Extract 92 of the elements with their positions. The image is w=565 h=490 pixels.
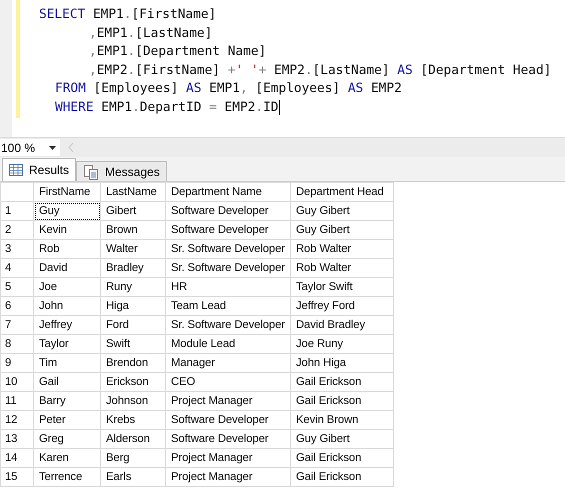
table-cell: Gail Erickson [290, 372, 394, 392]
row-number: 1 [0, 202, 34, 220]
row-number: 9 [0, 354, 34, 372]
table-cell: Karen [34, 448, 100, 468]
table-cell: Taylor Swift [290, 278, 394, 296]
table-cell: Johnson [100, 392, 166, 410]
code-line: SELECT EMP1.[FirstName] [38, 6, 218, 24]
row-number: 2 [0, 220, 34, 240]
column-header[interactable]: LastName [100, 182, 166, 202]
row-number: 13 [0, 430, 34, 448]
table-cell: Gail [34, 372, 100, 392]
table-cell: Kevin Brown [290, 410, 394, 430]
table-cell: Guy Gibert [290, 220, 394, 240]
table-cell: Gail Erickson [290, 468, 394, 486]
table-cell: Jeffrey Ford [290, 296, 394, 316]
table-cell: Sr. Software Developer [166, 240, 290, 258]
column-header[interactable]: FirstName [34, 182, 100, 202]
table-cell: Rob Walter [290, 258, 394, 278]
table-cell: Jeffrey [34, 316, 100, 334]
table-cell: Brendon [100, 354, 166, 372]
table-cell: Ford [100, 316, 166, 334]
table-cell: Rob [34, 240, 100, 258]
table-cell: David [34, 258, 100, 278]
table-cell: John Higa [290, 354, 394, 372]
row-number: 11 [0, 392, 34, 410]
table-cell: John [34, 296, 100, 316]
row-number: 15 [0, 468, 34, 486]
row-number: 5 [0, 278, 34, 296]
table-cell: Project Manager [166, 448, 290, 468]
table-cell: Sr. Software Developer [166, 316, 290, 334]
table-cell: Taylor [34, 334, 100, 354]
table-cell: Kevin [34, 220, 100, 240]
table-cell: Runy [100, 278, 166, 296]
table-cell: Joe [34, 278, 100, 296]
table-cell: Software Developer [166, 202, 290, 220]
table-cell: Project Manager [166, 468, 290, 486]
table-cell: Guy Gibert [290, 430, 394, 448]
table-cell: Peter [34, 410, 100, 430]
table-cell: Module Lead [166, 334, 290, 354]
row-number: 10 [0, 372, 34, 392]
row-number: 7 [0, 316, 34, 334]
table-cell: Terrence [34, 468, 100, 486]
code-line: WHERE EMP1.DepartID = EMP2.ID [54, 98, 281, 117]
row-number: 3 [0, 240, 34, 258]
table-cell: Sr. Software Developer [166, 258, 290, 278]
table-cell: Software Developer [166, 430, 290, 448]
scroll-left-icon[interactable] [68, 143, 74, 152]
column-header[interactable]: Department Head [290, 182, 394, 202]
table-cell: Brown [100, 220, 166, 240]
caret-icon [49, 146, 56, 150]
table-cell: HR [166, 278, 290, 296]
table-cell: Manager [166, 354, 290, 372]
table-cell: Guy [34, 202, 100, 220]
table-cell: Team Lead [166, 296, 290, 316]
table-cell: Berg [100, 448, 166, 468]
table-cell: Project Manager [166, 392, 290, 410]
table-cell: Gail Erickson [290, 448, 394, 468]
code-line: ,EMP2.[FirstName] +' '+ EMP2.[LastName] AS [Department Head] [88, 62, 552, 80]
code-line: FROM [Employees] AS EMP1, [Employees] AS EMP2 [54, 80, 403, 98]
row-number: 8 [0, 334, 34, 354]
code-line: ,EMP1.[LastName] [88, 24, 214, 43]
table-cell: Swift [100, 334, 166, 354]
table-cell: David Bradley [290, 316, 394, 334]
table-cell: Software Developer [166, 220, 290, 240]
table-cell: CEO [166, 372, 290, 392]
table-cell: Greg [34, 430, 100, 448]
table-cell: Alderson [100, 430, 166, 448]
row-number: 12 [0, 410, 34, 430]
zoom-dropdown[interactable]: 100 % [0, 139, 60, 156]
table-cell: Tim [34, 354, 100, 372]
table-cell: Gibert [100, 202, 166, 220]
table-cell: Guy Gibert [290, 202, 394, 220]
table-cell: Software Developer [166, 410, 290, 430]
table-cell: Rob Walter [290, 240, 394, 258]
row-number: 4 [0, 258, 34, 278]
grid-icon [9, 164, 23, 176]
table-cell: Bradley [100, 258, 166, 278]
code-line: ,EMP1.[Department Name] [88, 43, 268, 62]
table-cell: Joe Runy [290, 334, 394, 354]
table-cell: Walter [100, 240, 166, 258]
row-number: 14 [0, 448, 34, 468]
table-cell: Earls [100, 468, 166, 486]
row-number: 6 [0, 296, 34, 316]
table-cell: Krebs [100, 410, 166, 430]
table-cell: Barry [34, 392, 100, 410]
table-cell: Erickson [100, 372, 166, 392]
table-cell: Gail Erickson [290, 392, 394, 410]
pane-tab[interactable]: Messages [76, 161, 167, 181]
column-header[interactable]: Department Name [166, 182, 290, 202]
table-cell: Higa [100, 296, 166, 316]
document-icon [83, 164, 100, 180]
pane-tab[interactable]: Results [2, 158, 76, 181]
